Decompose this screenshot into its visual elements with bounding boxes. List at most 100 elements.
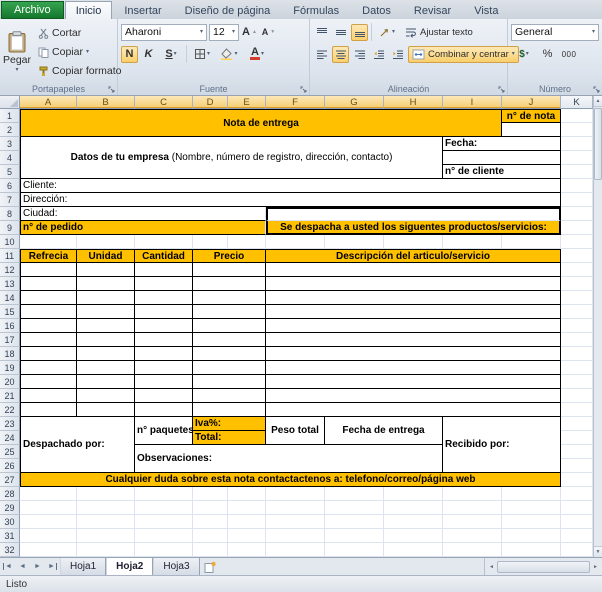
item-ref-cell[interactable] [20,333,77,347]
item-price-cell[interactable] [193,333,266,347]
scroll-down-button[interactable]: ▼ [594,546,602,557]
item-desc-cell[interactable] [266,347,561,361]
vertical-scrollbar[interactable]: ▲ ▼ [593,96,602,557]
cell[interactable] [193,235,228,249]
cell[interactable] [228,235,266,249]
item-qty-cell[interactable] [135,347,193,361]
note-number-value-cell[interactable] [502,123,561,137]
cell[interactable] [561,151,593,165]
item-unit-cell[interactable] [77,291,135,305]
row-header[interactable]: 16 [0,319,20,333]
scroll-up-button[interactable]: ▲ [594,96,602,107]
font-size-select[interactable]: 12 ▾ [209,23,239,41]
accounting-format-button[interactable]: $ ▾ [511,46,537,63]
cell[interactable] [443,235,502,249]
cell[interactable] [384,543,443,557]
percent-style-button[interactable]: % [539,46,556,63]
dispatch-header-cell[interactable] [266,207,561,221]
cell[interactable] [325,529,384,543]
wrap-text-button[interactable]: Ajustar texto [401,24,477,41]
dialog-launcher-icon[interactable] [300,86,307,93]
cell[interactable] [561,221,593,235]
cell[interactable] [384,515,443,529]
cell[interactable] [561,459,593,473]
item-price-cell[interactable] [193,375,266,389]
cell[interactable] [443,515,502,529]
cut-button[interactable]: Cortar [34,25,125,42]
cell[interactable] [502,235,561,249]
cell[interactable] [561,193,593,207]
item-ref-cell[interactable] [20,319,77,333]
order-number-cell[interactable]: n° de pedido [20,221,266,235]
dialog-launcher-icon[interactable] [593,86,600,93]
row-header[interactable]: 11 [0,249,20,263]
first-sheet-button[interactable]: ◄ [0,558,15,575]
insert-sheet-button[interactable] [200,558,220,575]
tab-datos[interactable]: Datos [351,2,402,19]
borders-button[interactable]: ▾ [190,46,214,63]
row-header[interactable]: 25 [0,445,20,459]
row-header[interactable]: 3 [0,137,20,151]
cell[interactable] [20,543,77,557]
column-header[interactable]: F [266,96,325,109]
item-price-cell[interactable] [193,319,266,333]
item-desc-cell[interactable] [266,403,561,417]
cell[interactable] [443,543,502,557]
cell[interactable] [561,361,593,375]
sheet-tab-hoja3[interactable]: Hoja3 [153,558,200,575]
item-desc-cell[interactable] [266,375,561,389]
cell[interactable] [77,487,135,501]
cell[interactable] [561,179,593,193]
item-price-cell[interactable] [193,305,266,319]
tab-diseno[interactable]: Diseño de página [174,2,282,19]
next-sheet-button[interactable]: ► [30,558,45,575]
item-desc-cell[interactable] [266,333,561,347]
item-desc-cell[interactable] [266,389,561,403]
cell[interactable] [561,347,593,361]
cell[interactable] [384,235,443,249]
italic-button[interactable]: K [140,46,157,63]
cell[interactable] [384,501,443,515]
item-ref-cell[interactable] [20,389,77,403]
item-desc-cell[interactable] [266,361,561,375]
cell[interactable] [193,529,228,543]
item-unit-cell[interactable] [77,347,135,361]
cell[interactable] [266,487,325,501]
footer-cell[interactable]: Cualquier duda sobre esta nota contactac… [20,473,561,487]
cell[interactable] [266,235,325,249]
column-header[interactable]: A [20,96,77,109]
column-header[interactable]: D [193,96,228,109]
align-bottom-button[interactable] [351,23,368,41]
column-header[interactable]: J [502,96,561,109]
previous-sheet-button[interactable]: ◄ [15,558,30,575]
total-cell[interactable]: Total: [193,431,266,445]
item-unit-cell[interactable] [77,305,135,319]
cell[interactable] [77,515,135,529]
cell[interactable] [325,543,384,557]
cell[interactable] [228,515,266,529]
row-header[interactable]: 22 [0,403,20,417]
item-qty-cell[interactable] [135,277,193,291]
font-name-select[interactable]: Aharoni ▾ [121,23,207,41]
cell[interactable] [561,207,593,221]
cell[interactable] [561,515,593,529]
align-middle-button[interactable] [332,24,349,41]
cell[interactable] [228,487,266,501]
item-qty-cell[interactable] [135,333,193,347]
cell[interactable] [20,501,77,515]
row-header[interactable]: 7 [0,193,20,207]
cell[interactable] [502,515,561,529]
cell[interactable] [561,165,593,179]
header-reference-cell[interactable]: Refrecia [20,249,77,263]
cell[interactable] [325,501,384,515]
row-header[interactable]: 29 [0,501,20,515]
cell[interactable] [561,319,593,333]
grow-font-button[interactable]: A ▲ [241,24,258,41]
date-value-cell[interactable] [443,151,561,165]
iva-cell[interactable]: Iva%: [193,417,266,431]
item-ref-cell[interactable] [20,403,77,417]
dialog-launcher-icon[interactable] [108,86,115,93]
cell[interactable] [561,543,593,557]
company-info-cell[interactable]: Datos de tu empresa (Nombre, número de r… [20,137,443,179]
cell[interactable] [135,543,193,557]
